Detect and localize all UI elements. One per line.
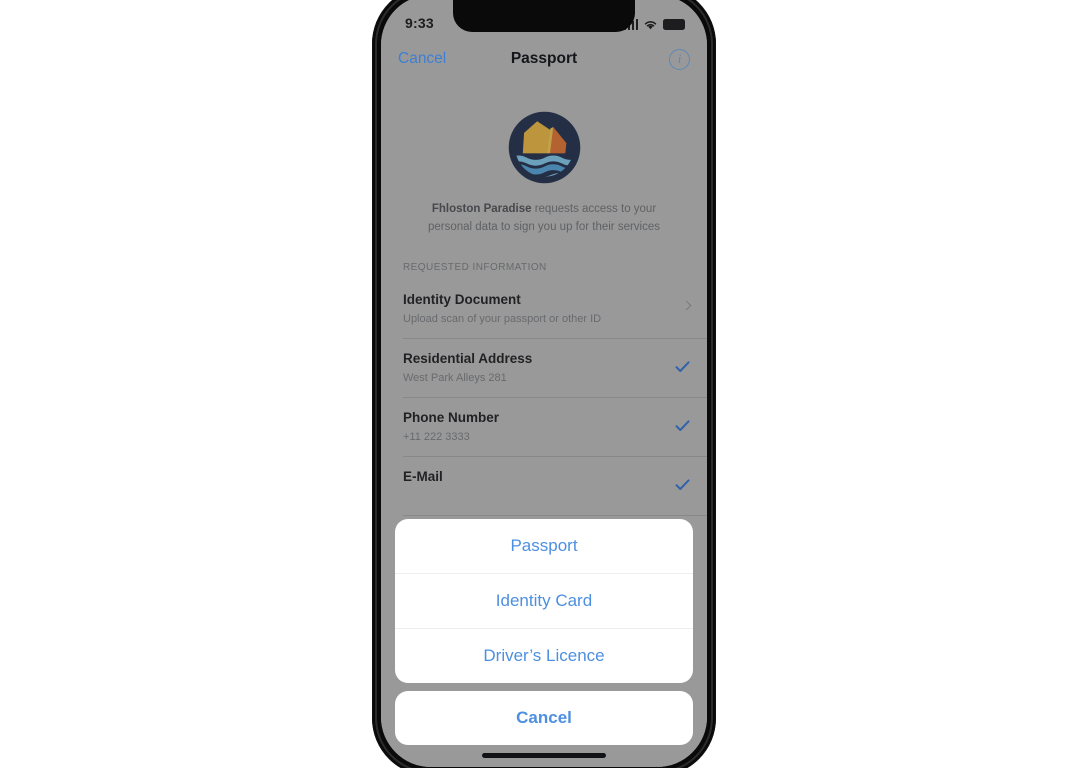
page-title: Passport xyxy=(510,50,578,67)
device-notch xyxy=(453,0,635,32)
action-sheet-cancel-button[interactable]: Cancel xyxy=(395,691,693,745)
navigation-bar: Cancel Passport i xyxy=(381,37,707,81)
status-time: 9:33 xyxy=(405,15,434,31)
action-sheet-cancel-group: Cancel xyxy=(395,691,693,745)
screenshot-canvas: Fhloston Paradise requests access to you… xyxy=(0,0,1080,768)
app-content: Fhloston Paradise requests access to you… xyxy=(381,0,707,767)
nav-cancel-button[interactable]: Cancel xyxy=(398,50,446,68)
wifi-icon xyxy=(644,20,657,29)
action-sheet-options: Passport Identity Card Driver’s Licence xyxy=(395,519,693,683)
action-sheet: Passport Identity Card Driver’s Licence … xyxy=(381,519,707,767)
action-sheet-option-drivers-licence[interactable]: Driver’s Licence xyxy=(395,628,693,683)
info-icon[interactable]: i xyxy=(669,48,690,70)
battery-icon xyxy=(663,18,685,30)
home-indicator[interactable] xyxy=(482,753,606,758)
phone-screen: Fhloston Paradise requests access to you… xyxy=(381,0,707,767)
action-sheet-option-identity-card[interactable]: Identity Card xyxy=(395,573,693,628)
action-sheet-option-passport[interactable]: Passport xyxy=(395,519,693,573)
